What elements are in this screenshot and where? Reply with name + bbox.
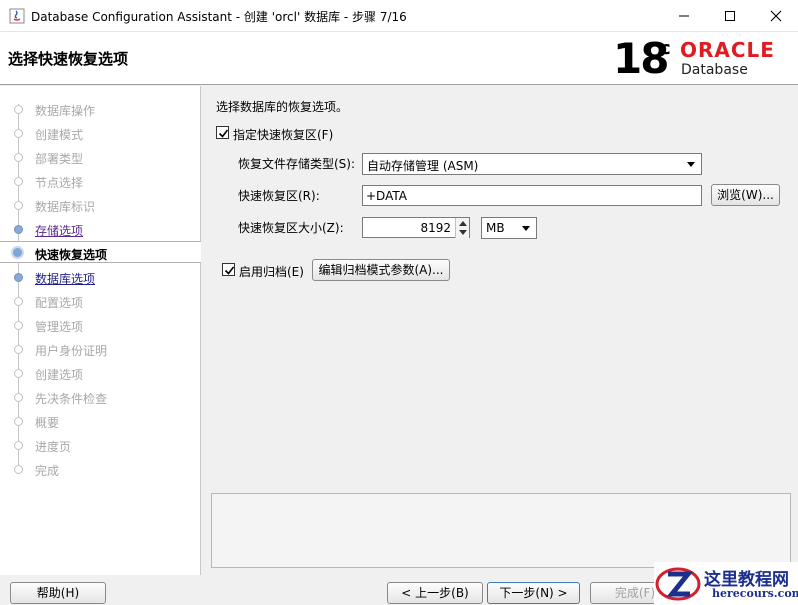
storage-type-select[interactable]: 自动存储管理 (ASM)	[362, 153, 702, 175]
product-name: Database	[681, 62, 748, 78]
step-dot-icon	[14, 465, 23, 474]
fra-size-label: 快速恢复区大小(Z):	[238, 221, 344, 235]
step-dot-icon	[14, 129, 23, 138]
enable-archive-label: 启用归档(E)	[239, 265, 304, 279]
nav-step-label: 先决条件检查	[35, 392, 108, 406]
nav-step-label: 存储选项	[35, 224, 84, 238]
nav-step-item[interactable]: 快速恢复选项	[0, 241, 201, 263]
nav-step-item: 概要	[0, 410, 201, 432]
dropdown-arrow-icon	[522, 226, 530, 231]
nav-step-label: 进度页	[35, 440, 72, 454]
storage-type-value: 自动存储管理 (ASM)	[367, 159, 479, 173]
step-dot-icon	[14, 177, 23, 186]
window-title: Database Configuration Assistant - 创建 'o…	[31, 10, 407, 24]
nav-step-label: 节点选择	[35, 176, 84, 190]
version-suffix: c	[660, 38, 671, 59]
step-dot-icon	[11, 246, 24, 259]
header-banner: 选择快速恢复选项 18 c ORACLE Database	[0, 32, 798, 85]
nav-step-item: 先决条件检查	[0, 386, 201, 408]
fra-unit-select[interactable]: MB	[481, 217, 537, 239]
close-icon	[770, 10, 782, 22]
step-dot-icon	[14, 369, 23, 378]
fra-size-field[interactable]: 8192	[362, 217, 470, 238]
content-panel: 选择数据库的恢复选项。 指定快速恢复区(F) 恢复文件存储类型(S): 自动存储…	[202, 86, 798, 575]
next-button[interactable]: 下一步(N) >	[487, 582, 580, 604]
maximize-button[interactable]	[707, 0, 753, 32]
fra-location-label: 快速恢复区(R):	[238, 189, 320, 203]
nav-step-label: 数据库标识	[35, 200, 96, 214]
page-title: 选择快速恢复选项	[8, 50, 129, 68]
nav-step-item: 节点选择	[0, 170, 201, 192]
nav-step-label: 数据库操作	[35, 104, 96, 118]
nav-step-item: 部署类型	[0, 146, 201, 168]
specify-fra-label: 指定快速恢复区(F)	[233, 128, 334, 142]
fra-size-value: 8192	[420, 221, 451, 235]
specify-fra-checkbox[interactable]	[216, 126, 229, 139]
nav-step-item: 完成	[0, 458, 201, 480]
nav-step-label: 创建模式	[35, 128, 84, 142]
minimize-icon	[679, 15, 689, 17]
step-dot-icon	[14, 297, 23, 306]
step-dot-icon	[14, 201, 23, 210]
nav-step-item: 用户身份证明	[0, 338, 201, 360]
storage-type-label: 恢复文件存储类型(S):	[238, 157, 356, 171]
step-dot-icon	[14, 393, 23, 402]
maximize-icon	[725, 11, 735, 21]
nav-step-label: 用户身份证明	[35, 344, 108, 358]
minimize-button[interactable]	[661, 0, 707, 32]
java-app-icon	[9, 8, 25, 24]
fra-location-input[interactable]	[362, 185, 702, 206]
nav-step-item: 创建选项	[0, 362, 201, 384]
nav-step-label: 部署类型	[35, 152, 84, 166]
nav-step-item[interactable]: 存储选项	[0, 218, 201, 240]
nav-step-item: 配置选项	[0, 290, 201, 312]
step-dot-icon	[14, 417, 23, 426]
step-dot-icon	[14, 345, 23, 354]
step-dot-icon	[14, 321, 23, 330]
nav-step-item: 进度页	[0, 434, 201, 456]
nav-step-item: 数据库操作	[0, 98, 201, 120]
spinner-down-icon	[459, 230, 467, 235]
step-dot-icon	[14, 105, 23, 114]
watermark: 这里教程网 herecours.com	[654, 562, 798, 605]
help-button[interactable]: 帮助(H)	[10, 582, 106, 604]
intro-text: 选择数据库的恢复选项。	[216, 100, 349, 114]
nav-step-item: 数据库标识	[0, 194, 201, 216]
title-bar: Database Configuration Assistant - 创建 'o…	[0, 0, 798, 32]
spinner-up-icon	[459, 221, 467, 226]
step-dot-icon	[14, 273, 23, 282]
nav-step-item[interactable]: 数据库选项	[0, 266, 201, 288]
edit-archive-params-button[interactable]: 编辑归档模式参数(A)...	[312, 259, 450, 281]
nav-step-label: 完成	[35, 464, 60, 478]
dropdown-arrow-icon	[687, 162, 695, 167]
message-panel	[211, 493, 791, 568]
watermark-url: herecours.com	[712, 587, 798, 600]
nav-step-label: 数据库选项	[35, 272, 96, 286]
nav-step-label: 配置选项	[35, 296, 84, 310]
nav-step-item: 创建模式	[0, 122, 201, 144]
oracle-logo: ORACLE	[680, 38, 775, 62]
step-navigation: 数据库操作创建模式部署类型节点选择数据库标识存储选项快速恢复选项 数据库选项配置选…	[0, 86, 201, 575]
watermark-logo-icon	[655, 567, 701, 601]
step-dot-icon	[14, 153, 23, 162]
close-button[interactable]	[753, 0, 798, 32]
browse-button[interactable]: 浏览(W)...	[711, 184, 780, 206]
check-icon	[224, 266, 235, 275]
nav-step-label: 快速恢复选项	[35, 248, 108, 262]
nav-step-label: 概要	[35, 416, 60, 430]
step-dot-icon	[14, 441, 23, 450]
nav-step-label: 创建选项	[35, 368, 84, 382]
fra-unit-value: MB	[486, 221, 505, 235]
enable-archive-checkbox[interactable]	[222, 263, 235, 276]
check-icon	[218, 129, 229, 138]
back-button[interactable]: < 上一步(B)	[387, 582, 483, 604]
fra-size-spinner[interactable]	[455, 218, 469, 238]
nav-step-item: 管理选项	[0, 314, 201, 336]
nav-step-label: 管理选项	[35, 320, 84, 334]
step-dot-icon	[14, 225, 23, 234]
